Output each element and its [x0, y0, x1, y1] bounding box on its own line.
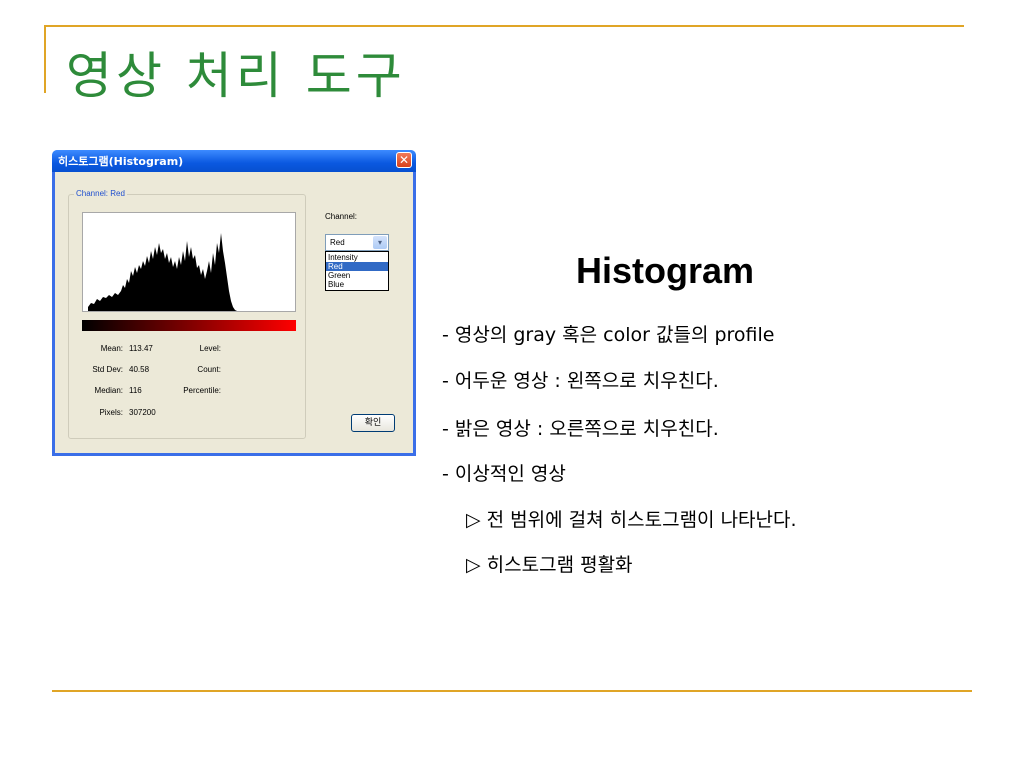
- close-icon[interactable]: ✕: [396, 152, 412, 168]
- bullet-item: - 어두운 영상 : 왼쪽으로 치우친다.: [442, 370, 719, 392]
- channel-select[interactable]: Red ▾: [325, 234, 389, 251]
- channel-group-box: Channel: Red Mean: 113.47 Level: Std Dev…: [68, 189, 306, 439]
- bullet-item: - 이상적인 영상: [442, 463, 566, 485]
- ok-button[interactable]: 확인: [351, 414, 395, 432]
- bottom-accent-line: [52, 690, 972, 692]
- slide-title: 영상 처리 도구: [66, 47, 406, 105]
- histogram-svg: [88, 233, 237, 311]
- stddev-value: 40.58: [129, 365, 150, 374]
- channel-select-value: Red: [330, 238, 345, 247]
- title-accent-bar: [44, 27, 46, 93]
- channel-dropdown-list: Intensity Red Green Blue: [325, 251, 389, 291]
- section-heading: Histogram: [576, 250, 755, 291]
- mean-label: Mean:: [100, 344, 123, 353]
- dialog-titlebar[interactable]: 히스토그램(Histogram) ✕: [52, 150, 416, 172]
- color-gradient-bar: [82, 320, 296, 331]
- dialog-client-area: Channel: Red Mean: 113.47 Level: Std Dev…: [55, 172, 413, 453]
- histogram-plot: [82, 212, 296, 312]
- pixels-value: 307200: [129, 408, 156, 417]
- percentile-label: Percentile:: [183, 386, 221, 395]
- stddev-label: Std Dev:: [92, 365, 123, 374]
- pixels-label: Pixels:: [99, 408, 123, 417]
- count-label: Count:: [197, 365, 221, 374]
- sub-bullet-item: ▷ 전 범위에 걸쳐 히스토그램이 나타난다.: [466, 509, 797, 531]
- dropdown-option-blue[interactable]: Blue: [326, 280, 388, 289]
- dialog-title: 히스토그램(Histogram): [58, 155, 184, 168]
- channel-label: Channel:: [325, 212, 358, 221]
- bullet-item: - 밝은 영상 : 오른쪽으로 치우친다.: [442, 418, 719, 440]
- mean-value: 113.47: [129, 344, 153, 353]
- group-label: Channel: Red: [74, 189, 127, 198]
- dropdown-option-red[interactable]: Red: [326, 262, 388, 271]
- sub-bullet-item: ▷ 히스토그램 평활화: [466, 554, 633, 576]
- median-label: Median:: [94, 386, 123, 395]
- median-value: 116: [129, 386, 142, 395]
- chevron-down-icon[interactable]: ▾: [373, 236, 387, 249]
- histogram-shape: [88, 233, 237, 311]
- level-label: Level:: [199, 344, 221, 353]
- histogram-dialog: 히스토그램(Histogram) ✕ Channel: Red Mean: 11…: [52, 150, 416, 456]
- top-accent-line: [44, 25, 964, 27]
- dropdown-option-intensity[interactable]: Intensity: [326, 253, 388, 262]
- bullet-item: - 영상의 gray 혹은 color 값들의 profile: [442, 324, 775, 346]
- dropdown-option-green[interactable]: Green: [326, 271, 388, 280]
